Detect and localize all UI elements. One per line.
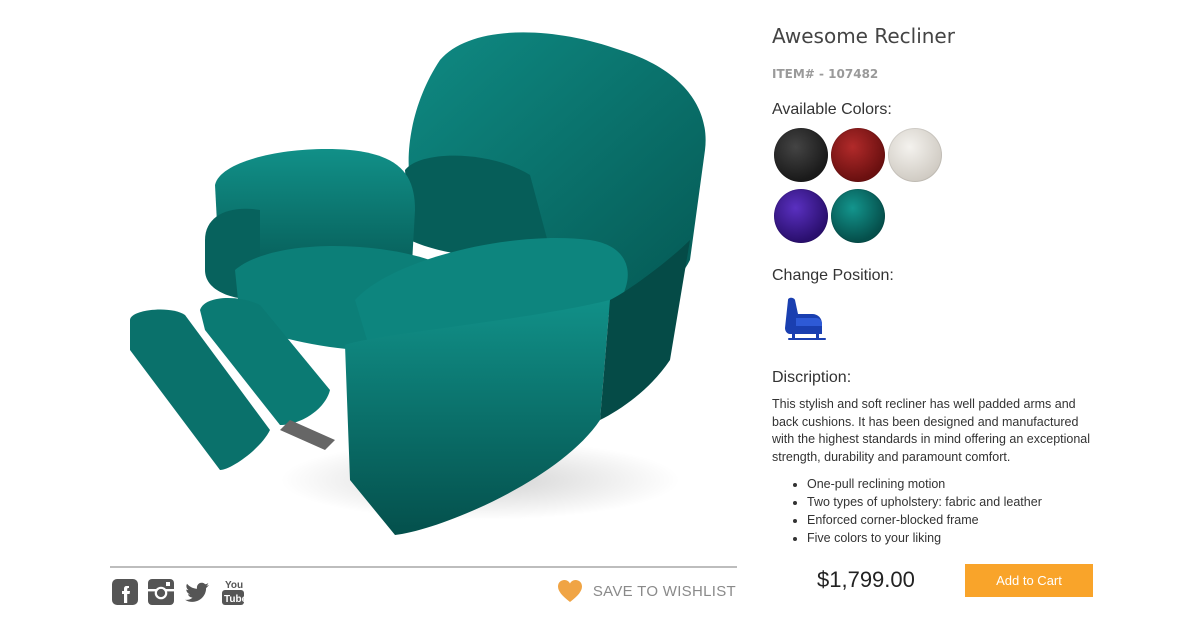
product-image — [130, 32, 706, 535]
heart-icon — [557, 580, 582, 602]
color-swatch-red[interactable] — [831, 128, 885, 182]
position-heading: Change Position: — [772, 267, 894, 284]
color-swatch-black[interactable] — [774, 128, 828, 182]
description-heading: Discription: — [772, 369, 852, 386]
save-to-wishlist-button[interactable]: SAVE TO WISHLIST — [557, 578, 736, 604]
feature-list: One-pull reclining motion Two types of u… — [807, 475, 1107, 547]
add-to-cart-button[interactable]: Add to Cart — [965, 564, 1093, 597]
svg-text:Tube: Tube — [224, 594, 247, 605]
wishlist-label: SAVE TO WISHLIST — [592, 582, 736, 600]
colors-heading: Available Colors: — [772, 101, 892, 118]
svg-text:You: You — [225, 580, 243, 591]
list-item: Five colors to your liking — [807, 529, 1107, 547]
change-position-button[interactable] — [782, 296, 830, 346]
social-links: You Tube — [110, 576, 248, 608]
price: $1,799.00 — [817, 567, 915, 592]
color-swatch-purple[interactable] — [774, 189, 828, 243]
list-item: Enforced corner-blocked frame — [807, 511, 1107, 529]
recliner-upright-icon — [785, 297, 826, 340]
product-viewer[interactable] — [110, 0, 737, 566]
list-item: Two types of upholstery: fabric and leat… — [807, 493, 1107, 511]
color-swatch-white[interactable] — [888, 128, 942, 182]
facebook-icon[interactable] — [110, 577, 140, 607]
product-title: Awesome Recliner — [772, 24, 955, 48]
color-swatch-teal[interactable] — [831, 189, 885, 243]
instagram-icon[interactable] — [146, 577, 176, 607]
divider — [110, 566, 737, 568]
list-item: One-pull reclining motion — [807, 475, 1107, 493]
description-text: This stylish and soft recliner has well … — [772, 397, 1091, 464]
item-number: ITEM# - 107482 — [772, 67, 879, 81]
youtube-icon[interactable]: You Tube — [218, 577, 248, 607]
twitter-icon[interactable] — [182, 577, 212, 607]
